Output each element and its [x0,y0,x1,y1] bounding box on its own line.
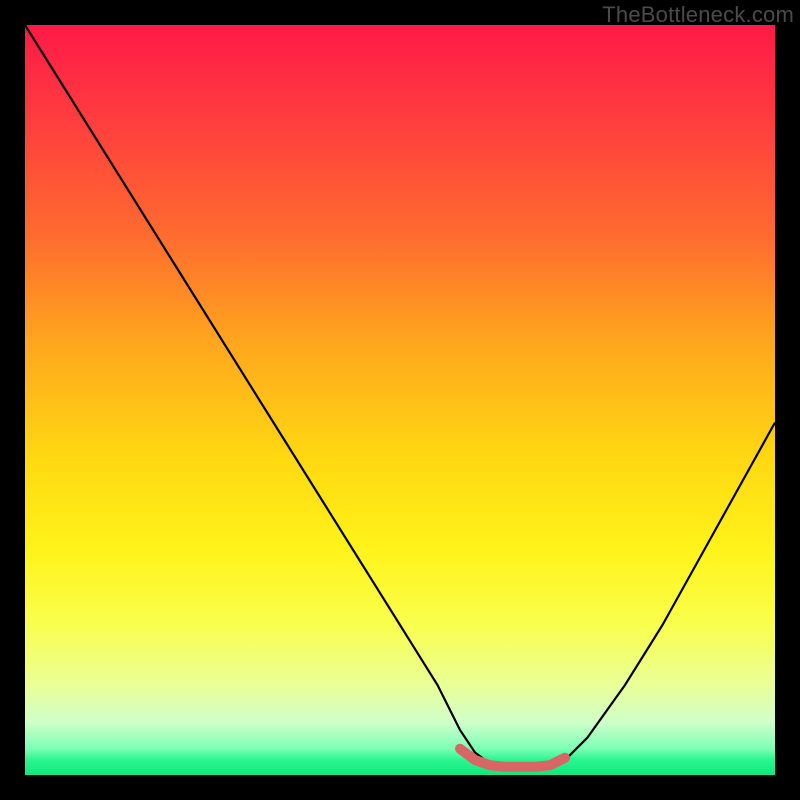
plot-area [25,25,775,775]
chart-frame: TheBottleneck.com [0,0,800,800]
curve-layer [25,25,775,775]
bottleneck-curve [25,25,775,768]
optimal-range-marker [460,749,565,767]
